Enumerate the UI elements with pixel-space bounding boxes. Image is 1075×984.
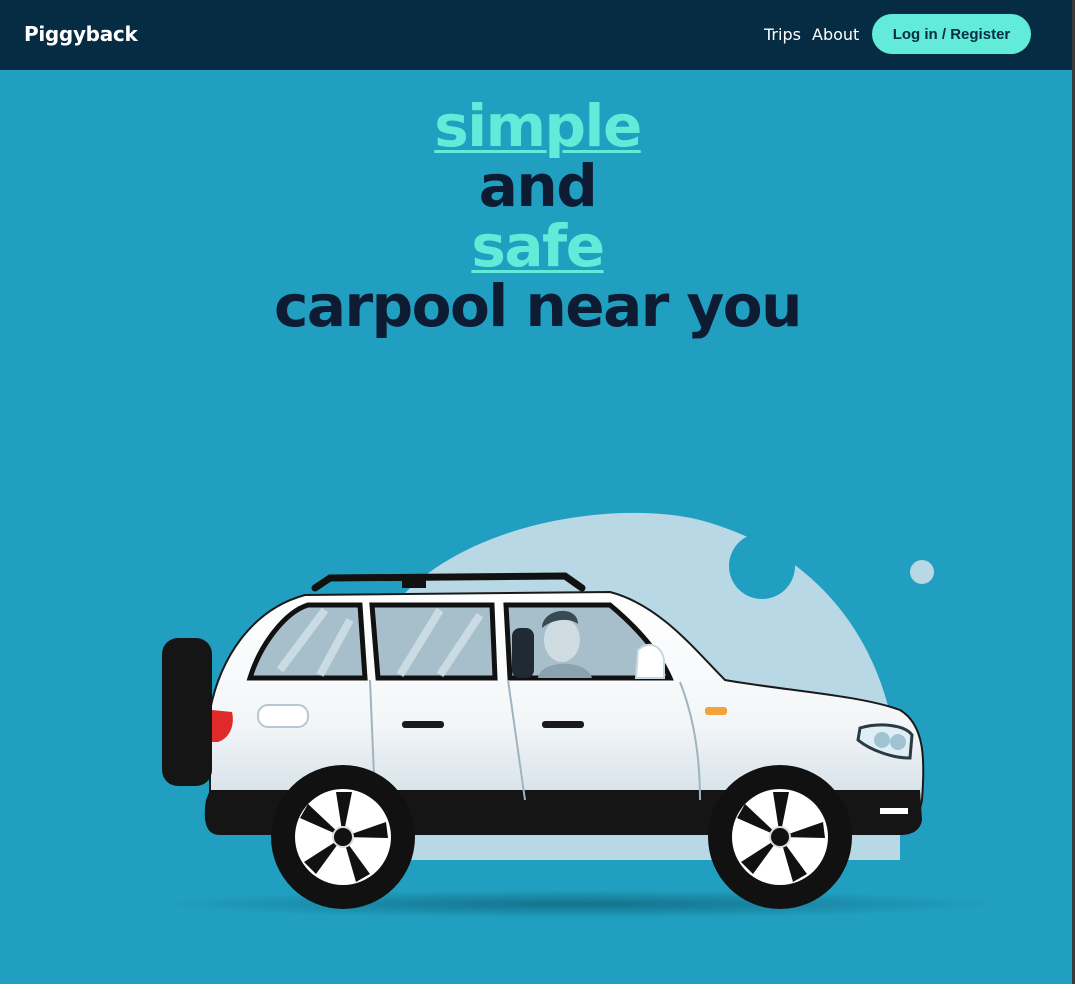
backdrop-hole — [729, 533, 795, 599]
spare-tire — [162, 638, 212, 786]
nav-link-about[interactable]: About — [812, 25, 859, 44]
front-wheel — [708, 765, 852, 909]
car-shadow — [160, 890, 1000, 918]
hero-headline: simple and safe carpool near you — [0, 96, 1075, 336]
car-icon — [160, 512, 1000, 918]
rear-wheel — [271, 765, 415, 909]
headline-word-simple: simple — [434, 92, 642, 160]
headline-carpool-near-you: carpool near you — [274, 272, 802, 340]
door-handle-rear — [402, 721, 444, 728]
login-register-button[interactable]: Log in / Register — [872, 14, 1031, 54]
side-mirror — [634, 643, 665, 679]
brand-logo[interactable]: Piggyback — [24, 22, 138, 46]
top-navbar: Piggyback Trips About Log in / Register — [0, 0, 1075, 70]
headline-word-safe: safe — [471, 212, 605, 280]
backdrop-dot — [910, 560, 934, 584]
nav-link-trips[interactable]: Trips — [764, 25, 801, 44]
headline-word-and: and — [478, 152, 598, 220]
door-handle-front — [542, 721, 584, 728]
